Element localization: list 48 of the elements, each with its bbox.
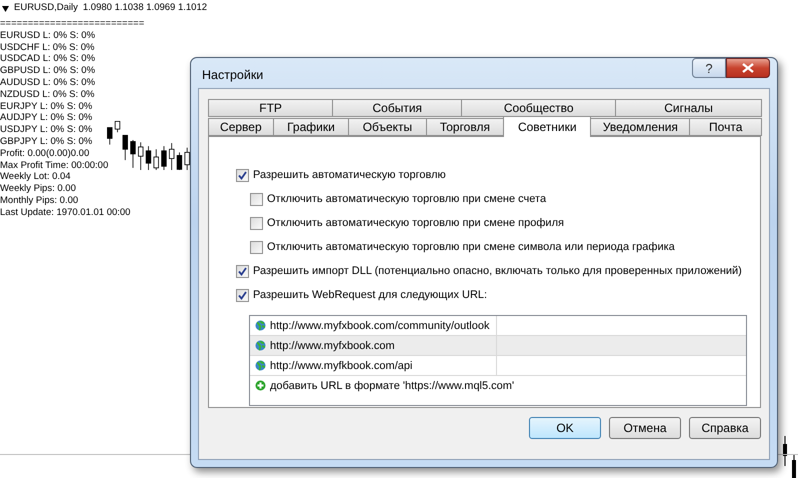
url-text: http://www.myfxbook.com/community/outlook [270,320,490,332]
info-line: USDCAD L: 0% S: 0% [0,53,96,66]
info-line: Weekly Lot: 0.04 [0,171,71,184]
settings-tab[interactable]: Сервер [208,118,274,136]
info-line: AUDJPY L: 0% S: 0% [0,112,92,124]
url-row[interactable]: http://www.myfxbook.com/community/outlook [250,316,746,336]
checkbox-label[interactable]: Отключить автоматическую торговлю при смене счета [267,193,546,205]
separator-line: ========================== [0,18,144,30]
url-row[interactable]: http://www.myfkbook.com/api [250,356,746,376]
info-line: Max Profit Time: 00:00:00 [0,160,108,172]
info-line: GBPJPY L: 0% S: 0% [0,136,92,148]
settings-tab[interactable]: Сообщество [461,99,616,117]
settings-tab[interactable]: Торговля [426,118,504,136]
info-line: AUDUSD L: 0% S: 0% [0,76,96,89]
settings-tab[interactable]: События [332,99,462,117]
info-line: EURJPY L: 0% S: 0% [0,100,92,112]
info-line: EURUSD L: 0% S: 0% [0,30,96,42]
url-text: http://www.myfxbook.com [270,340,395,352]
help-button[interactable]: ? [692,58,726,78]
dialog-button[interactable]: Отмена [609,417,681,439]
info-line: NZDUSD L: 0% S: 0% [0,88,94,101]
info-line: USDJPY L: 0% S: 0% [0,124,92,136]
dialog-button[interactable]: OK [529,417,601,439]
settings-tab[interactable]: Объекты [348,118,427,136]
chart-symbol: EURUSD,Daily [14,2,78,14]
checkbox-label[interactable]: Разрешить автоматическую торговлю [253,169,446,181]
info-line: USDCHF L: 0% S: 0% [0,42,94,54]
settings-tab[interactable]: Графики [272,118,350,136]
checkbox-label[interactable]: Разрешить WebRequest для следующих URL: [253,289,488,301]
dialog-button[interactable]: Справка [689,417,761,439]
info-line: Monthly Pips: 0.00 [0,194,78,207]
settings-tab[interactable]: FTP [208,99,334,117]
settings-tab[interactable]: Почта [689,118,762,136]
info-line: Last Update: 1970.01.01 00:00 [0,206,130,219]
settings-tab[interactable]: Сигналы [615,99,762,117]
info-line: Weekly Pips: 0.00 [0,183,76,195]
url-text: http://www.myfkbook.com/api [270,360,412,372]
info-line: GBPUSD L: 0% S: 0% [0,65,96,77]
settings-tab[interactable]: Советники [503,116,592,137]
checkbox-label[interactable]: Отключить автоматическую торговлю при смене профиля [267,217,564,229]
info-line: Profit: 0.00(0.00)0.00 [0,148,90,160]
url-row[interactable]: http://www.myfxbook.com [250,336,746,356]
checkbox-label[interactable]: Разрешить импорт DLL (потенциально опасно, включать только для проверенных приложений) [253,265,742,277]
checkbox-label[interactable]: Отключить автоматическую торговлю при смене символа или периода графика [267,241,675,253]
chart-prices: 1.0980 1.1038 1.0969 1.1012 [82,2,208,14]
add-url-link[interactable]: добавить URL в формате 'https://www.mql5.com' [270,380,514,392]
window-title: Настройки [201,67,264,82]
settings-tab[interactable]: Уведомления [590,118,690,136]
